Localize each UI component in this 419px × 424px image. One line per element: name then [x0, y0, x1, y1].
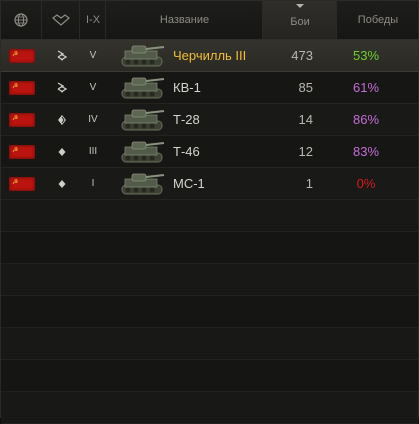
battles-value: 12 — [298, 144, 313, 159]
battles-value: 14 — [298, 112, 313, 127]
table-row[interactable]: ☭ IV Т-28 14 86% — [1, 104, 418, 136]
class-cell — [51, 136, 73, 167]
wins-header-label: Победы — [357, 14, 399, 26]
chevron-down-icon — [296, 4, 304, 8]
table-header: I-X Название Бои Победы — [1, 1, 418, 40]
nation-cell: ☭ — [9, 168, 41, 199]
battles-header-label: Бои — [290, 16, 310, 28]
class-cell — [51, 104, 73, 135]
heavy-tank-class-icon — [57, 81, 68, 93]
tier-header-label: I-X — [85, 14, 101, 26]
ussr-flag-icon: ☭ — [9, 176, 35, 191]
ussr-flag-icon: ☭ — [9, 144, 35, 159]
battles-value: 1 — [305, 176, 313, 191]
tank-icon — [115, 136, 169, 167]
tank-icon — [115, 40, 169, 71]
table-row[interactable]: ☭ III Т-46 12 83% — [1, 136, 418, 168]
tank-stats-table: I-X Название Бои Победы ☭ V Черчилль III… — [0, 0, 419, 424]
battles-value: 473 — [291, 48, 313, 63]
table-row[interactable]: ☭ V Черчилль III 473 53% — [1, 40, 418, 72]
light-tank-class-icon — [58, 147, 66, 156]
globe-icon — [14, 13, 28, 27]
wins-value: 83% — [352, 144, 380, 159]
tier-cell: IV — [88, 114, 98, 125]
tank-icon — [115, 104, 169, 135]
table-row[interactable]: ☭ I МС-1 1 0% — [1, 168, 418, 200]
tank-list: ☭ V Черчилль III 473 53% ☭ V КВ-1 85 61%… — [1, 40, 418, 200]
tank-icon — [115, 168, 169, 199]
wins-value: 61% — [352, 80, 380, 95]
class-filter-button[interactable] — [41, 1, 80, 39]
battles-column-header[interactable]: Бои — [262, 1, 337, 39]
ussr-flag-icon: ☭ — [9, 48, 35, 63]
nation-cell: ☭ — [9, 40, 41, 71]
tank-icon — [115, 72, 169, 103]
wins-value: 53% — [352, 48, 380, 63]
wins-value: 0% — [356, 176, 376, 191]
nation-cell: ☭ — [9, 136, 41, 167]
tier-cell: V — [89, 82, 97, 93]
tier-filter-button[interactable]: I-X — [79, 1, 106, 39]
tank-class-icon — [52, 14, 70, 26]
nation-cell: ☭ — [9, 104, 41, 135]
class-cell — [51, 168, 73, 199]
empty-rows — [1, 200, 418, 424]
ussr-flag-icon: ☭ — [9, 80, 35, 95]
class-cell — [51, 40, 73, 71]
tier-cell: V — [89, 50, 97, 61]
battles-value: 85 — [298, 80, 313, 95]
wins-column-header[interactable]: Победы — [336, 1, 419, 39]
wins-value: 86% — [352, 112, 380, 127]
ussr-flag-icon: ☭ — [9, 112, 35, 127]
heavy-tank-class-icon — [57, 49, 68, 61]
nation-filter-button[interactable] — [1, 1, 41, 39]
nation-cell: ☭ — [9, 72, 41, 103]
tier-cell: I — [91, 178, 95, 189]
medium-tank-class-icon — [58, 114, 66, 125]
name-header-label: Название — [159, 14, 210, 26]
class-cell — [51, 72, 73, 103]
table-row[interactable]: ☭ V КВ-1 85 61% — [1, 72, 418, 104]
light-tank-class-icon — [58, 179, 66, 188]
name-column-header[interactable]: Название — [105, 1, 263, 39]
tier-cell: III — [88, 146, 98, 157]
